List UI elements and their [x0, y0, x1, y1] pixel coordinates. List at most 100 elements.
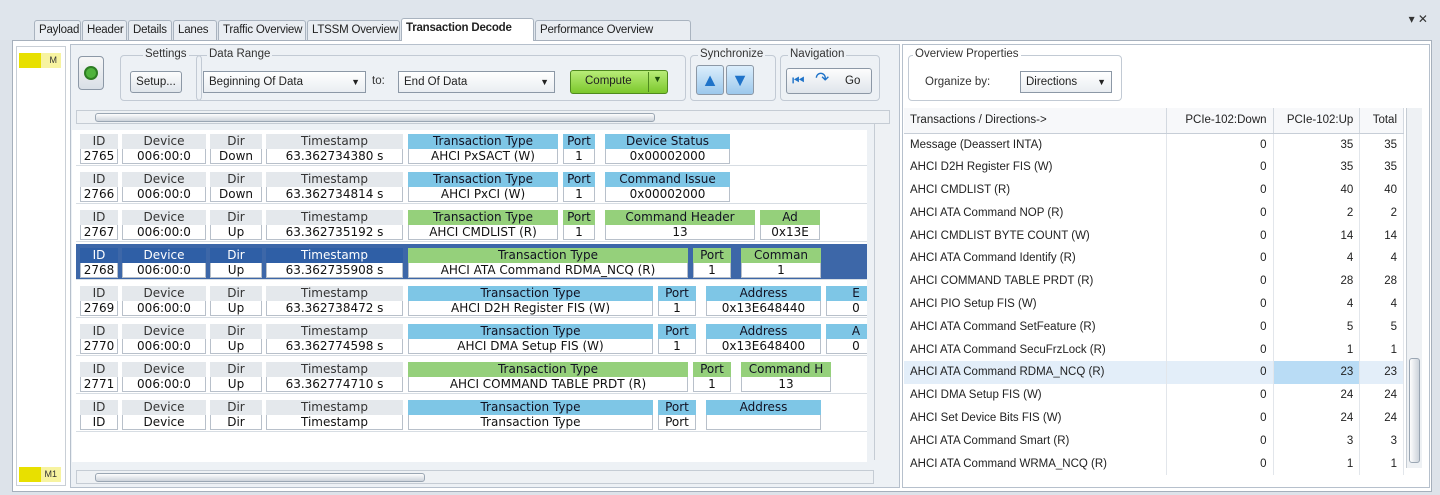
range-end-value: End Of Data — [404, 76, 468, 88]
overview-row[interactable]: AHCI D2H Register FIS (W) 0 35 35 — [904, 155, 1404, 179]
cell-detail: Device Status 0x00002000 — [605, 134, 730, 164]
cell-transaction-type: Transaction Type AHCI DMA Setup FIS (W) — [408, 324, 653, 354]
cell-port: Port Port — [658, 400, 696, 430]
tab-transaction-decode[interactable]: Transaction Decode — [401, 18, 534, 41]
sync-up-button[interactable]: ▲ — [696, 65, 724, 95]
tab-details[interactable]: Details — [128, 20, 172, 40]
range-start-select[interactable]: Beginning Of Data ▼ — [203, 71, 366, 93]
tab-payload[interactable]: Payload — [34, 20, 81, 40]
overview-row[interactable]: AHCI ATA Command Identify (R) 0 4 4 — [904, 246, 1404, 270]
cell-device-header: Device — [122, 324, 206, 339]
transaction-row[interactable]: ID 2771 Device 006:00:0 Dir Up Timestamp 63.362… — [76, 358, 867, 394]
column-header[interactable]: Transactions / Directions-> — [904, 108, 1167, 134]
cell-dir-value: Up — [210, 339, 262, 354]
cell-transaction-type: Transaction Type AHCI D2H Register FIS (W… — [408, 286, 653, 316]
overview-cell: AHCI COMMAND TABLE PRDT (R) — [904, 269, 1167, 293]
overview-row[interactable]: AHCI ATA Command Smart (R) 0 3 3 — [904, 429, 1404, 453]
cell-detail-header: Comman — [741, 248, 821, 263]
cell-id-value: 2765 — [80, 149, 118, 164]
cell-timestamp-value: 63.362735192 s — [266, 225, 403, 240]
cell-id: ID 2771 — [80, 362, 118, 392]
overview-cell: 35 — [1359, 155, 1404, 179]
transaction-row[interactable]: ID 2767 Device 006:00:0 Dir Up Timestamp 63.362… — [76, 206, 867, 242]
transaction-row[interactable]: ID ID Device Device Dir Dir Timestamp Timestamp… — [76, 396, 867, 432]
go-button[interactable]: Go — [845, 71, 860, 91]
cell-timestamp: Timestamp 63.362734380 s — [266, 134, 403, 164]
cell-dir: Dir Up — [210, 286, 262, 316]
first-record-icon[interactable]: ⏮ — [792, 70, 805, 90]
setup-button[interactable]: Setup... — [130, 71, 182, 93]
cell-timestamp: Timestamp 63.362734814 s — [266, 172, 403, 202]
overview-cell: AHCI ATA Command SetFeature (R) — [904, 315, 1167, 339]
cell-timestamp-value: Timestamp — [266, 415, 403, 430]
tab-lanes[interactable]: Lanes — [173, 20, 217, 40]
tab-traffic-overview[interactable]: Traffic Overview — [218, 20, 306, 40]
transaction-row[interactable]: ID 2768 Device 006:00:0 Dir Up Timestamp 63.362… — [76, 244, 867, 280]
overview-cell: 3 — [1273, 429, 1361, 453]
tab-ltssm-overview[interactable]: LTSSM Overview — [307, 20, 400, 40]
overview-row[interactable]: AHCI COMMAND TABLE PRDT (R) 0 28 28 — [904, 269, 1404, 293]
column-header[interactable]: Total — [1359, 108, 1404, 134]
column-header[interactable]: PCIe-102:Down — [1166, 108, 1274, 134]
cell-device-value: 006:00:0 — [122, 187, 206, 202]
cell-detail: Command Header 13 — [605, 210, 755, 240]
column-header[interactable]: PCIe-102:Up — [1273, 108, 1361, 134]
overview-vertical-scrollbar[interactable] — [1406, 108, 1422, 468]
scroll-thumb[interactable] — [95, 473, 425, 482]
overview-row[interactable]: AHCI ATA Command RDMA_NCQ (R) 0 23 23 — [904, 360, 1404, 384]
transaction-row[interactable]: ID 2770 Device 006:00:0 Dir Up Timestamp 63.362… — [76, 320, 867, 356]
cell-detail-more: A0 — [826, 324, 867, 354]
cell-dir: Dir Up — [210, 248, 262, 278]
overview-row[interactable]: AHCI CMDLIST BYTE COUNT (W) 0 14 14 — [904, 224, 1404, 247]
scroll-thumb[interactable] — [95, 113, 655, 122]
transaction-row[interactable]: ID 2765 Device 006:00:0 Dir Down Timestamp 63.3… — [76, 130, 867, 166]
overview-row[interactable]: AHCI PIO Setup FIS (W) 0 4 4 — [904, 292, 1404, 316]
cell-detail-value: 0x00002000 — [605, 149, 730, 164]
scroll-thumb[interactable] — [1409, 358, 1420, 463]
compute-dropdown-icon[interactable]: ▼ — [653, 74, 662, 84]
goto-arrow-icon[interactable]: ↷ — [815, 69, 829, 89]
cell-port-header: Port — [563, 210, 595, 225]
cell-dir: Dir Down — [210, 134, 262, 164]
overview-row[interactable]: AHCI DMA Setup FIS (W) 0 24 24 — [904, 383, 1404, 407]
cell-transaction-type-value: AHCI DMA Setup FIS (W) — [408, 339, 653, 354]
overview-row[interactable]: AHCI ATA Command SecuFrzLock (R) 0 1 1 — [904, 338, 1404, 361]
overview-row[interactable]: AHCI ATA Command SetFeature (R) 0 5 5 — [904, 315, 1404, 339]
overview-row[interactable]: AHCI ATA Command WRMA_NCQ (R) 0 1 1 — [904, 452, 1404, 475]
cell-id-value: 2771 — [80, 377, 118, 392]
transaction-row[interactable]: ID 2769 Device 006:00:0 Dir Up Timestamp 63.362… — [76, 282, 867, 318]
sync-down-button[interactable]: ▼ — [726, 65, 754, 95]
tab-header[interactable]: Header — [82, 20, 127, 40]
overview-cell: 4 — [1359, 292, 1404, 316]
cell-detail: Command Issue 0x00002000 — [605, 172, 730, 202]
overview-row[interactable]: AHCI CMDLIST (R) 0 40 40 — [904, 178, 1404, 202]
range-end-select[interactable]: End Of Data ▼ — [398, 71, 555, 93]
organize-by-select[interactable]: Directions ▼ — [1020, 71, 1112, 93]
marker-top[interactable]: M — [19, 53, 61, 68]
cell-timestamp-header: Timestamp — [266, 400, 403, 415]
cell-timestamp: Timestamp 63.362774598 s — [266, 324, 403, 354]
cell-device-header: Device — [122, 286, 206, 301]
options-button[interactable] — [78, 56, 104, 90]
list-vertical-scrollbar[interactable] — [874, 124, 891, 460]
overview-cell: AHCI CMDLIST BYTE COUNT (W) — [904, 224, 1167, 247]
overview-row[interactable]: AHCI ATA Command NOP (R) 0 2 2 — [904, 201, 1404, 225]
cell-id-header: ID — [80, 286, 118, 301]
cell-device: Device 006:00:0 — [122, 248, 206, 278]
overview-cell: 24 — [1273, 406, 1361, 430]
overview-cell: 0 — [1166, 429, 1274, 453]
cell-port: Port 1 — [693, 248, 731, 278]
cell-device-header: Device — [122, 248, 206, 263]
transaction-row[interactable]: ID 2766 Device 006:00:0 Dir Down Timestamp 63.3… — [76, 168, 867, 204]
cell-detail-more-header: E — [826, 286, 867, 301]
marker-bottom[interactable]: M1 — [19, 467, 61, 482]
cell-id-value: 2768 — [80, 263, 118, 278]
tab-performance-overview[interactable]: Performance Overview — [535, 20, 691, 40]
top-horizontal-scrollbar[interactable] — [76, 110, 890, 124]
cell-transaction-type: Transaction Type AHCI CMDLIST (R) — [408, 210, 558, 240]
window-controls[interactable]: ▾ ✕ — [1409, 12, 1428, 26]
overview-row[interactable]: Message (Deassert INTA) 0 35 35 — [904, 133, 1404, 156]
overview-row[interactable]: AHCI Set Device Bits FIS (W) 0 24 24 — [904, 406, 1404, 430]
bottom-horizontal-scrollbar[interactable] — [76, 470, 874, 484]
cell-device-value: 006:00:0 — [122, 149, 206, 164]
